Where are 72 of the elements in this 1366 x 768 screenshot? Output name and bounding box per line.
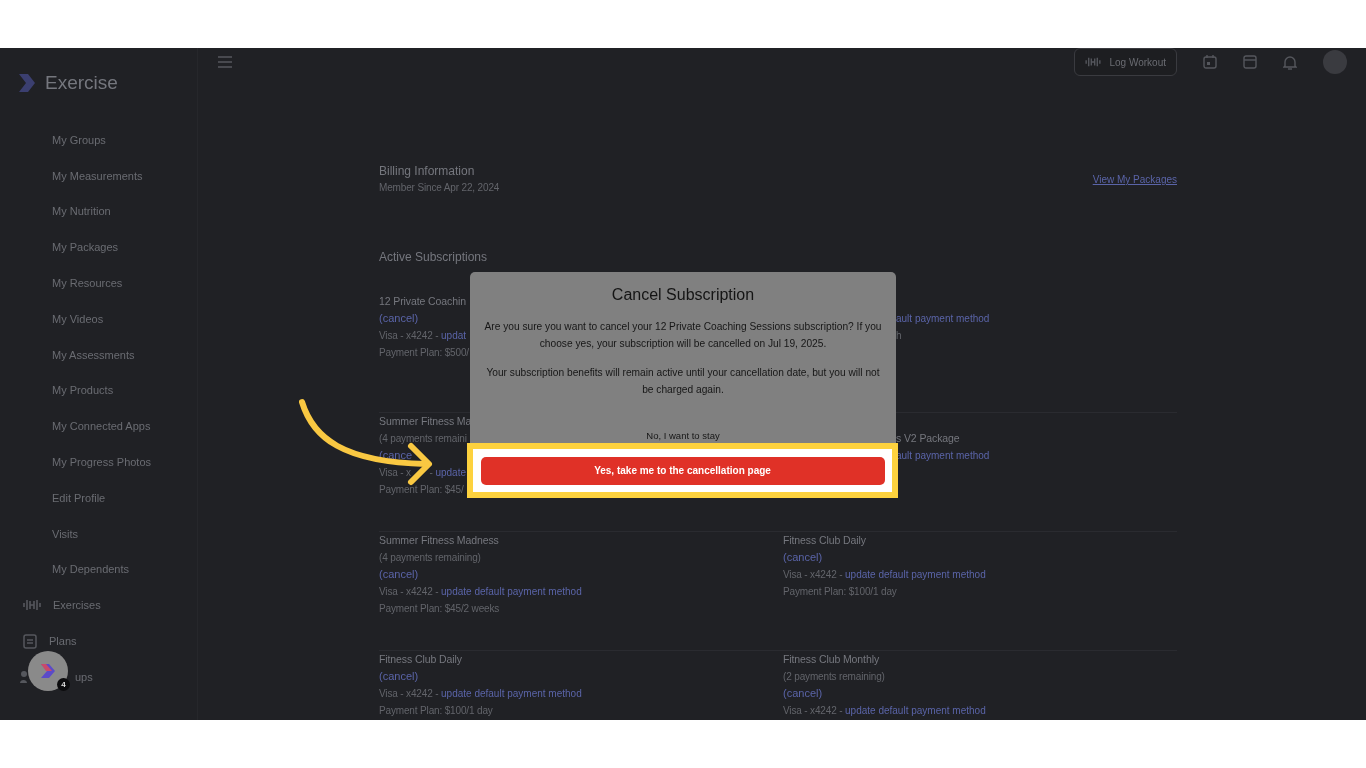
card-info: Visa - x <box>379 466 411 480</box>
sidebar-item[interactable]: My Videos <box>52 312 104 325</box>
dialog-message: Are you sure you want to cancel your 12 Private Coaching Sessions subscription? If you choose yes, your subscription will be cancelled on Jul 19, 2025. <box>484 320 882 351</box>
payments-remaining: (4 payments remaini <box>379 432 467 446</box>
bell-icon[interactable] <box>1283 54 1297 70</box>
payment-plan: Payment Plan: $500/ <box>379 346 469 360</box>
update-payment-link[interactable]: update default payment method <box>845 566 986 583</box>
section-title: Active Subscriptions <box>379 250 488 264</box>
sidebar-item[interactable]: My Groups <box>52 133 106 146</box>
update-payment-link[interactable]: update <box>435 464 466 481</box>
update-payment-link[interactable]: update default payment method <box>441 583 582 600</box>
dialog-title: Cancel Subscription <box>610 286 756 304</box>
cancel-link[interactable]: (cancel) <box>783 549 823 566</box>
calendar-icon[interactable] <box>1203 55 1217 69</box>
avatar[interactable] <box>1323 50 1347 74</box>
dialog-message: Your subscription benefits will remain active until your cancellation date, but you will not be charged again. <box>485 366 881 397</box>
people-icon <box>20 669 27 684</box>
subscription-title: Fitness Club Daily <box>783 533 866 548</box>
sidebar-item[interactable]: My Nutrition <box>52 205 111 218</box>
card-info: Visa - x4242 - <box>783 568 844 582</box>
sidebar-item[interactable]: My Dependents <box>52 563 130 576</box>
sidebar-item[interactable]: My Connected Apps <box>52 420 151 433</box>
card-info: - <box>428 466 434 480</box>
sidebar-item[interactable]: Plans <box>49 635 77 648</box>
cancel-link[interactable]: (cancel) <box>379 310 419 327</box>
update-payment-link[interactable]: update default payment method <box>441 685 582 702</box>
card-info: Visa - x4242 - <box>379 585 440 599</box>
update-payment-link[interactable]: ault payment method <box>896 310 990 327</box>
card-info: Visa - x4242 - <box>379 687 440 701</box>
payment-plan: h <box>896 329 902 343</box>
package-icon[interactable] <box>1243 55 1257 69</box>
update-payment-link[interactable]: update default payment method <box>845 702 986 719</box>
logo-text: Exercise <box>45 72 118 94</box>
subscription-title: Fitness Club Monthly <box>783 652 880 667</box>
cancel-link[interactable]: (cancel) <box>379 566 419 583</box>
sidebar-item[interactable]: ups <box>75 670 93 683</box>
subscription-title: Fitness Club Daily <box>379 652 462 667</box>
logo-icon <box>17 72 37 94</box>
cancel-link[interactable]: (cancel) <box>379 668 419 685</box>
payment-plan: Payment Plan: $100/1 day <box>379 704 493 718</box>
notification-badge: 4 <box>57 678 70 691</box>
sidebar-item[interactable]: My Products <box>52 384 114 397</box>
sidebar-item[interactable]: My Progress Photos <box>52 456 152 469</box>
subscription-title: s V2 Package <box>896 431 960 446</box>
billing-title: Billing Information <box>379 163 475 179</box>
update-payment-link[interactable]: updat <box>441 327 467 344</box>
sidebar-item[interactable]: My Measurements <box>52 169 143 182</box>
dumbbell-icon <box>1085 56 1102 68</box>
dumbbell-icon <box>23 598 41 613</box>
payment-plan: Payment Plan: $45/2 weeks <box>379 602 500 616</box>
sidebar-item[interactable]: My Packages <box>52 241 119 254</box>
menu-icon[interactable] <box>218 56 232 68</box>
log-workout-button[interactable]: Log Workout <box>1074 48 1177 76</box>
sidebar-item[interactable]: My Assessments <box>52 348 135 361</box>
payment-plan: Payment Plan: $45/ <box>379 483 464 497</box>
sidebar-item[interactable]: My Resources <box>52 277 123 290</box>
sidebar-item[interactable]: Edit Profile <box>52 491 106 504</box>
subscription-title: 12 Private Coachin <box>379 294 466 309</box>
payments-remaining: (2 payments remaining) <box>783 670 885 684</box>
confirm-cancel-button[interactable]: Yes, take me to the cancellation page <box>480 456 885 485</box>
cancel-link[interactable]: (cancel) <box>783 685 823 702</box>
payments-remaining: (4 payments remaining) <box>379 551 481 565</box>
sidebar-item[interactable]: Visits <box>52 527 79 540</box>
clipboard-icon <box>23 633 37 650</box>
subscription-title: Summer Fitness Madness <box>379 533 499 548</box>
card-info: Visa - x4242 - <box>783 704 844 718</box>
view-packages-link[interactable]: View My Packages <box>1092 174 1177 185</box>
payment-plan: Payment Plan: $100/1 day <box>783 585 897 599</box>
member-since: Member Since Apr 22, 2024 <box>379 181 500 195</box>
sidebar-item[interactable]: Exercises <box>53 599 101 612</box>
chat-widget-button[interactable] <box>28 651 68 691</box>
card-info: Visa - x4242 - <box>379 329 440 343</box>
